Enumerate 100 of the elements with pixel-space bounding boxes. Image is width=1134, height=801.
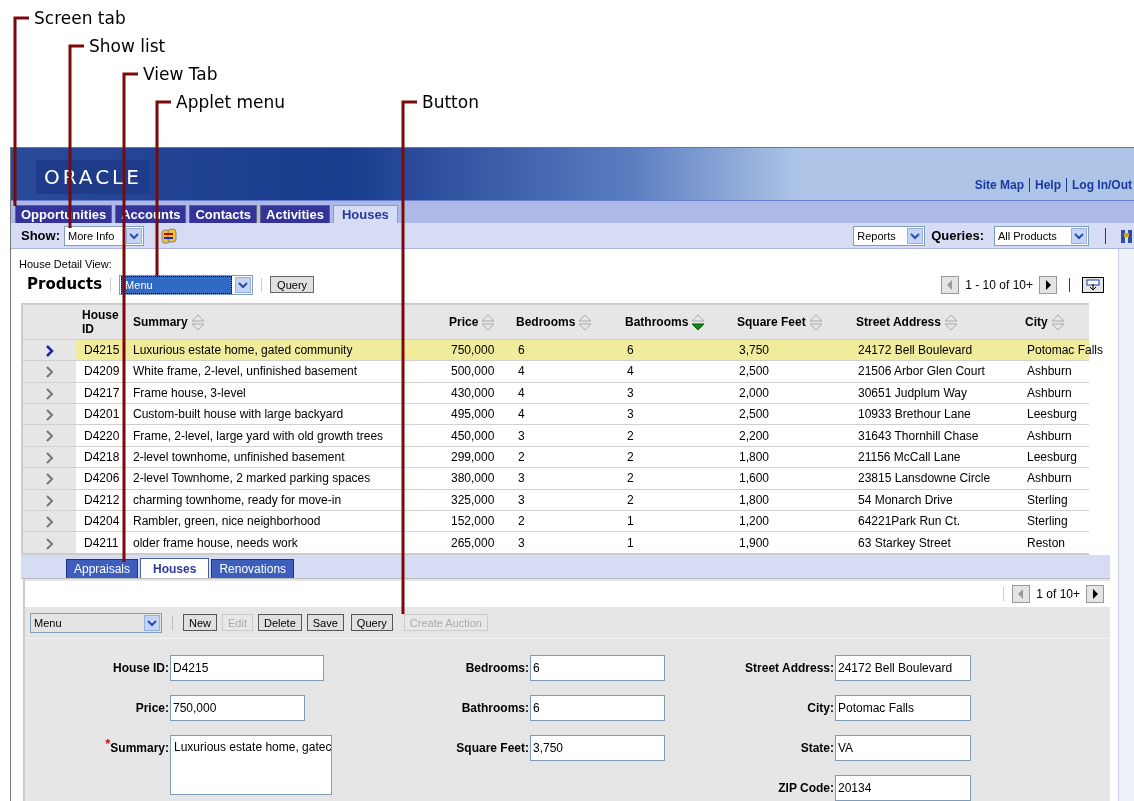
row-chevron-icon[interactable] bbox=[44, 473, 55, 486]
form-button[interactable]: Delete bbox=[258, 614, 302, 631]
applet-menu-dropdown[interactable]: Menu bbox=[119, 274, 254, 295]
column-header[interactable]: City bbox=[1025, 315, 1048, 330]
pager-text: 1 - 10 of 10+ bbox=[965, 276, 1033, 294]
input-field[interactable]: 24172 Bell Boulevard bbox=[835, 655, 971, 681]
field-label: Summary: bbox=[110, 741, 169, 757]
column-header[interactable]: Square Feet bbox=[737, 315, 806, 330]
table-cell: 2-level townhome, unfinished basement bbox=[133, 449, 345, 464]
callout-label: View Tab bbox=[143, 64, 218, 84]
row-chevron-icon[interactable] bbox=[44, 451, 55, 464]
input-field[interactable]: 750,000 bbox=[170, 695, 305, 721]
header-link[interactable]: Log In/Out bbox=[1072, 176, 1132, 194]
column-header[interactable]: Price bbox=[449, 315, 479, 330]
table-cell: Ashburn bbox=[1027, 385, 1072, 400]
input-field[interactable]: 20134 bbox=[835, 775, 971, 801]
table-cell: charming townhome, ready for move-in bbox=[133, 492, 342, 507]
table-cell: 2,200 bbox=[739, 428, 770, 443]
pager-text: 1 of 10+ bbox=[1036, 586, 1080, 603]
column-header[interactable]: Street Address bbox=[856, 315, 941, 330]
table-cell: 2 bbox=[518, 449, 525, 464]
row-chevron-icon[interactable] bbox=[44, 515, 55, 528]
input-field[interactable]: VA bbox=[835, 735, 971, 761]
column-header[interactable]: Bedrooms bbox=[516, 315, 576, 330]
table-cell: 2,500 bbox=[739, 407, 770, 422]
applet-menu-dropdown[interactable]: Menu bbox=[30, 612, 162, 633]
table-cell: 2 bbox=[627, 471, 634, 486]
table-cell: D4215 bbox=[84, 343, 120, 357]
header-link[interactable]: Site Map bbox=[974, 176, 1024, 194]
required-asterisk: * bbox=[105, 739, 111, 749]
table-cell: D4217 bbox=[84, 385, 120, 400]
reports-dropdown[interactable]: Reports bbox=[853, 225, 926, 246]
table-cell: Sterling bbox=[1027, 514, 1068, 529]
table-cell: 2 bbox=[518, 514, 525, 529]
selected-row-chevron-icon[interactable] bbox=[44, 344, 55, 357]
input-field[interactable]: 6 bbox=[530, 695, 665, 721]
queries-dropdown[interactable]: All Products bbox=[994, 225, 1089, 246]
table-cell: D4201 bbox=[84, 407, 120, 422]
form-button[interactable]: Save bbox=[306, 614, 344, 631]
table-cell: 31643 Thornhill Chase bbox=[858, 428, 979, 443]
table-cell: D4220 bbox=[84, 428, 120, 443]
screen-tab[interactable]: Activities bbox=[260, 205, 330, 223]
field-label: Price: bbox=[135, 700, 169, 717]
column-header[interactable]: Bathrooms bbox=[625, 315, 689, 330]
table-cell: Ashburn bbox=[1027, 428, 1072, 443]
form-button[interactable]: Query bbox=[350, 614, 393, 631]
table-cell: 1,600 bbox=[739, 471, 770, 486]
queries-label: Queries: bbox=[931, 226, 984, 245]
table-cell: 325,000 bbox=[451, 492, 495, 507]
view-tab[interactable]: Appraisals bbox=[66, 559, 139, 578]
row-chevron-icon[interactable] bbox=[44, 537, 55, 550]
query-button[interactable]: Query bbox=[270, 276, 315, 294]
view-tab[interactable]: Houses bbox=[140, 558, 210, 578]
show-dropdown[interactable]: More Info bbox=[64, 225, 144, 246]
table-cell: Potomac Falls bbox=[1027, 343, 1104, 357]
table-cell: 750,000 bbox=[451, 343, 495, 357]
input-field[interactable]: 3,750 bbox=[530, 735, 665, 761]
screen-tab[interactable]: Contacts bbox=[189, 205, 258, 223]
row-chevron-icon[interactable] bbox=[44, 409, 55, 421]
table-cell: 1 bbox=[627, 535, 634, 550]
table-cell: 1,900 bbox=[739, 535, 770, 550]
row-chevron-icon[interactable] bbox=[44, 494, 55, 507]
table-cell: Frame, 2-level, large yard with old growth trees bbox=[133, 428, 384, 443]
field-label: State: bbox=[800, 740, 834, 757]
table-cell: 2,000 bbox=[739, 385, 770, 400]
table-cell: 4 bbox=[627, 364, 634, 379]
applet-title: Products bbox=[27, 274, 103, 296]
table-cell: 1 bbox=[627, 514, 634, 529]
table-cell: 265,000 bbox=[451, 535, 495, 550]
table-cell: 3,750 bbox=[739, 343, 770, 357]
table-cell: 4 bbox=[518, 407, 525, 422]
summary-textarea[interactable]: Luxurious estate home, gatec bbox=[170, 735, 332, 795]
table-cell: Ashburn bbox=[1027, 471, 1072, 486]
field-label: Street Address: bbox=[745, 660, 834, 677]
view-tab[interactable]: Renovations bbox=[211, 559, 295, 578]
input-field[interactable]: D4215 bbox=[170, 655, 324, 681]
table-cell: D4206 bbox=[84, 471, 120, 486]
scrollbar[interactable] bbox=[1118, 249, 1134, 801]
table-cell: 4 bbox=[518, 364, 525, 379]
table-cell: 24172 Bell Boulevard bbox=[858, 343, 973, 357]
table-cell: 3 bbox=[627, 385, 634, 400]
row-chevron-icon[interactable] bbox=[44, 387, 55, 400]
colored-arrows-icon bbox=[160, 226, 178, 245]
header-link[interactable]: Help bbox=[1035, 176, 1061, 194]
table-cell: 6 bbox=[627, 343, 634, 357]
field-label: ZIP Code: bbox=[778, 780, 834, 797]
column-header[interactable]: House ID bbox=[82, 308, 128, 337]
input-field[interactable]: Potomac Falls bbox=[835, 695, 971, 721]
table-cell: D4204 bbox=[84, 514, 120, 529]
screen-tab[interactable]: Houses bbox=[332, 205, 398, 223]
input-field[interactable]: 6 bbox=[530, 655, 665, 681]
row-chevron-icon[interactable] bbox=[44, 366, 55, 379]
row-chevron-icon[interactable] bbox=[44, 430, 55, 443]
column-header[interactable]: Summary bbox=[133, 315, 188, 330]
table-cell: Ashburn bbox=[1027, 364, 1072, 379]
form-button[interactable]: New bbox=[183, 614, 217, 631]
field-label: Bedrooms: bbox=[465, 660, 529, 677]
export-icon[interactable] bbox=[1082, 276, 1104, 293]
table-cell: 54 Monarch Drive bbox=[858, 492, 953, 507]
table-cell: 1,800 bbox=[739, 492, 770, 507]
